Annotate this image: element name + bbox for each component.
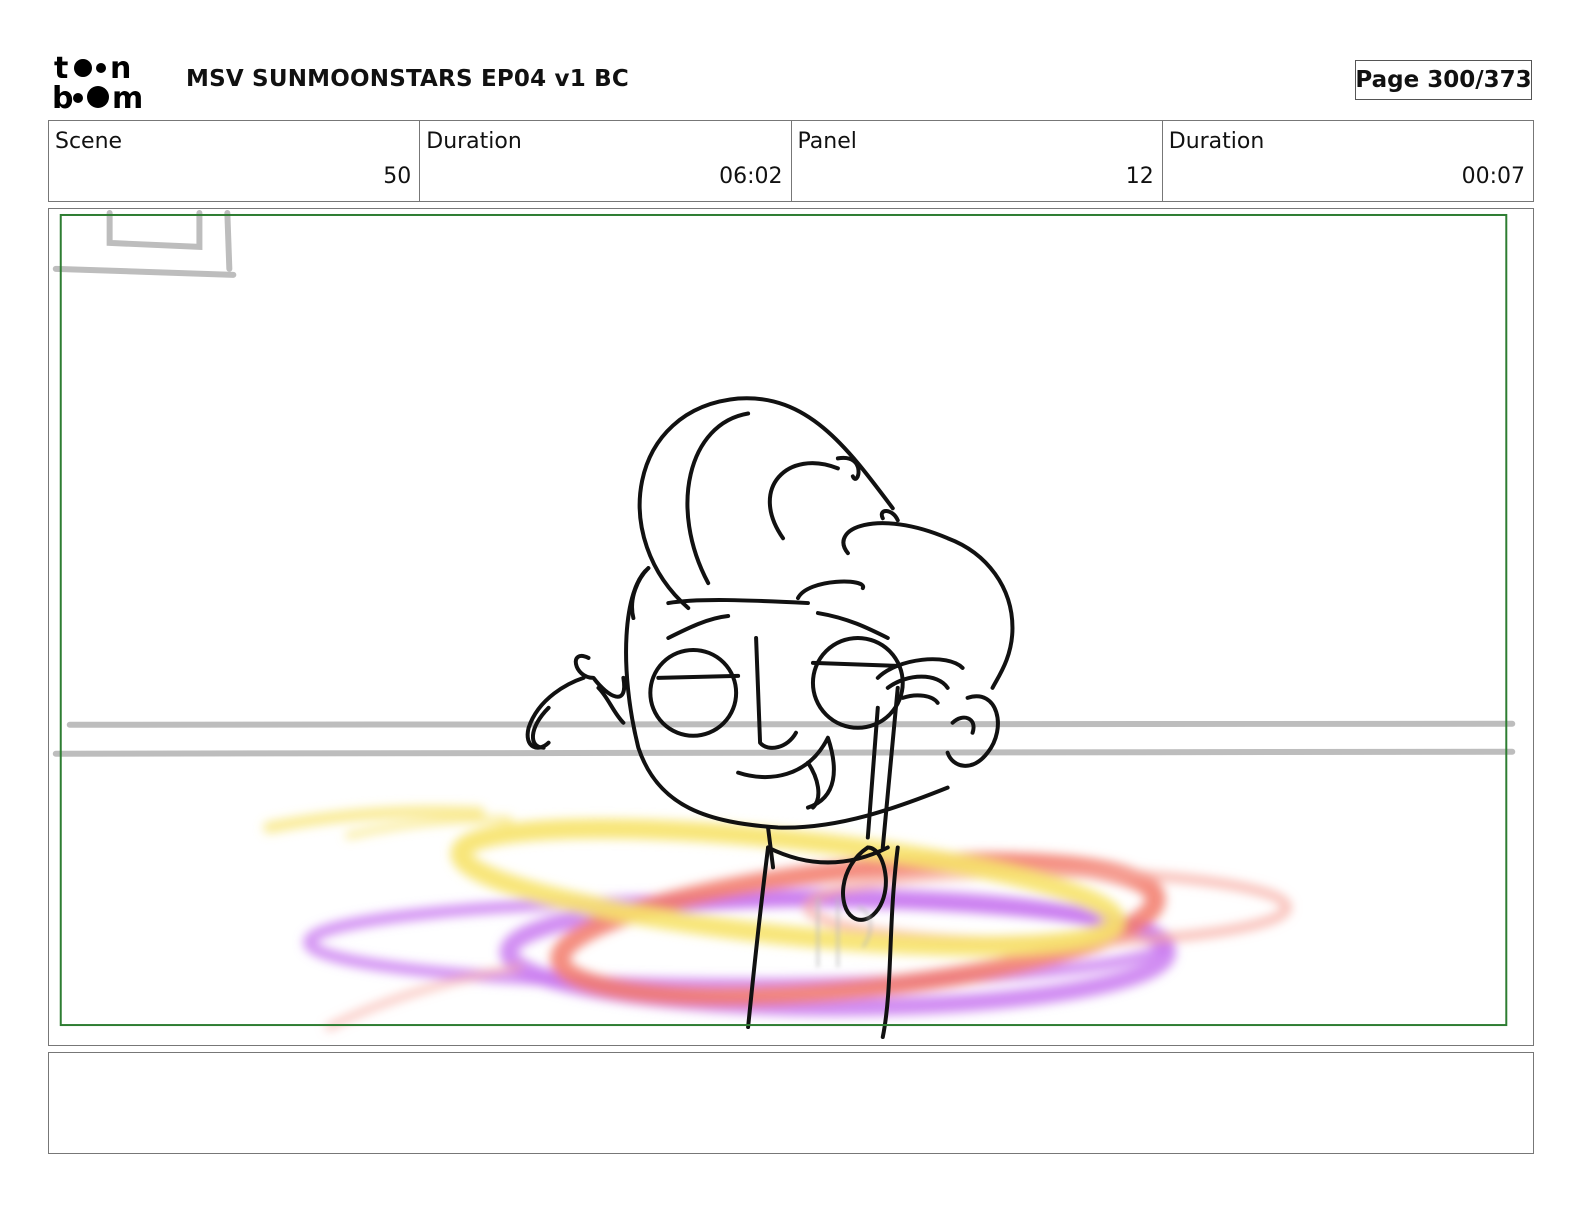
scene-cell: Scene 50 bbox=[49, 121, 421, 201]
panel-image-frame bbox=[48, 208, 1534, 1046]
swirl-rings bbox=[263, 805, 1292, 1032]
svg-text:m: m bbox=[112, 81, 143, 112]
panel-duration-value: 00:07 bbox=[1461, 164, 1525, 189]
toonboom-logo: t n b m bbox=[50, 50, 165, 112]
panel-duration-cell: Duration 00:07 bbox=[1163, 121, 1533, 201]
panel-duration-label: Duration bbox=[1168, 129, 1265, 154]
storyboard-sketch bbox=[52, 209, 1516, 1040]
toonboom-logo-graphic: t n b m bbox=[52, 51, 143, 112]
scene-label: Scene bbox=[55, 129, 123, 154]
info-table: Scene 50 Duration 06:02 Panel 12 Duratio… bbox=[48, 120, 1534, 202]
scene-value: 50 bbox=[383, 164, 412, 189]
scene-duration-cell: Duration 06:02 bbox=[420, 121, 792, 201]
scene-duration-label: Duration bbox=[426, 129, 522, 154]
panel-value: 12 bbox=[1125, 164, 1154, 189]
storyboard-title: MSV SUNMOONSTARS EP04 v1 BC bbox=[186, 66, 629, 92]
panel-notes-box[interactable] bbox=[48, 1052, 1534, 1154]
scene-duration-value: 06:02 bbox=[719, 164, 783, 189]
page-indicator: Page 300/373 bbox=[1355, 60, 1532, 100]
panel-label: Panel bbox=[797, 129, 857, 154]
svg-text:b: b bbox=[52, 81, 73, 112]
panel-cell: Panel 12 bbox=[792, 121, 1163, 201]
background-lines bbox=[52, 209, 1516, 757]
